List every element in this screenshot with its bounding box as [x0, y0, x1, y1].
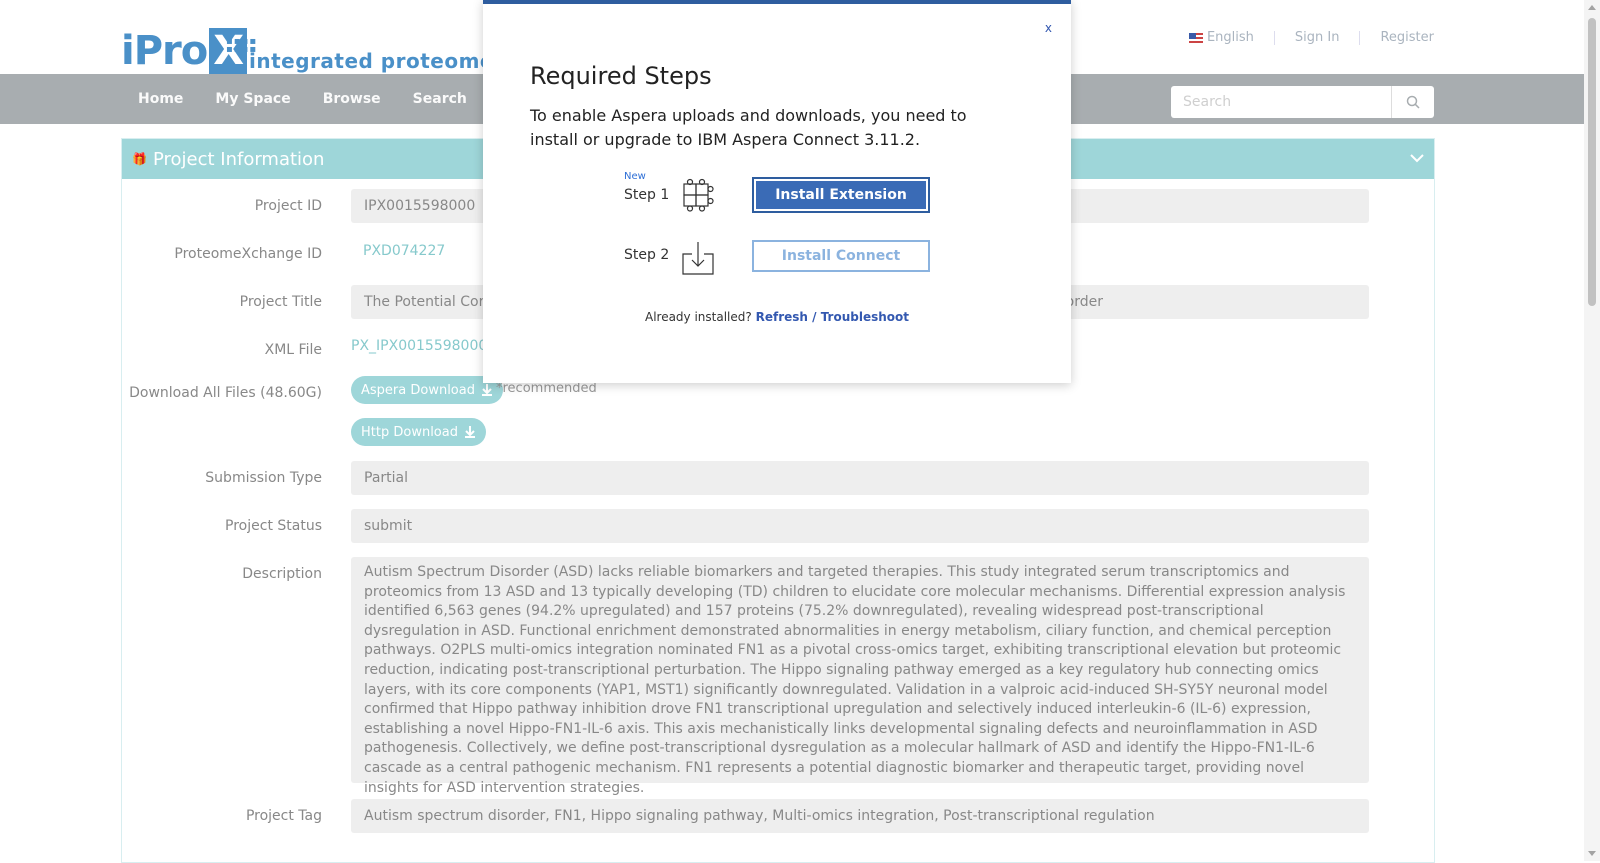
new-badge: New	[624, 171, 646, 182]
submission-type-value: Partial	[351, 461, 1369, 495]
download-label: Download All Files (48.60G)	[129, 385, 322, 401]
panel-title: Project Information	[152, 148, 325, 170]
scroll-thumb[interactable]	[1588, 18, 1596, 306]
divider	[1273, 30, 1275, 45]
row-download: Download All Files (48.60G) Aspera Downl…	[122, 375, 1434, 449]
nav-item-browse[interactable]: Browse	[307, 91, 397, 107]
search-input[interactable]	[1171, 86, 1391, 118]
us-flag-icon	[1188, 32, 1203, 43]
register-link[interactable]: Register	[1380, 30, 1434, 45]
download-icon	[464, 426, 475, 438]
row-project-status: Project Status submit	[122, 509, 1434, 543]
scroll-up-icon[interactable]	[1588, 5, 1596, 10]
nav-item-my-space[interactable]: My Space	[199, 91, 306, 107]
aspera-download-button[interactable]: Aspera Download	[351, 376, 503, 404]
divider	[1359, 30, 1361, 45]
submission-type-label: Submission Type	[205, 470, 322, 486]
project-id-label: Project ID	[254, 198, 322, 214]
install-extension-button[interactable]: Install Extension	[752, 177, 930, 213]
project-status-value: submit	[351, 509, 1369, 543]
row-project-tag: Project Tag Autism spectrum disorder, FN…	[122, 799, 1434, 833]
project-status-label: Project Status	[225, 518, 322, 534]
search-icon	[1406, 95, 1420, 109]
download-arrow-icon	[682, 242, 714, 275]
already-installed-row: Already installed? Refresh / Troubleshoo…	[483, 310, 1071, 324]
project-title-text-end: order	[1065, 294, 1103, 310]
xml-file-link[interactable]: PX_IPX0015598000.x	[351, 338, 500, 354]
px-id-label: ProteomeXchange ID	[174, 246, 322, 262]
step1-label: Step 1	[624, 187, 670, 203]
refresh-link[interactable]: Refresh	[756, 310, 808, 324]
gift-icon: 🎁	[132, 152, 147, 166]
step2-label: Step 2	[624, 247, 670, 263]
px-id-link[interactable]: PXD074227	[363, 243, 445, 259]
scroll-down-icon[interactable]	[1588, 851, 1596, 856]
search-button[interactable]	[1391, 86, 1434, 118]
row-description: Description Autism Spectrum Disorder (AS…	[122, 557, 1434, 796]
xml-file-label: XML File	[264, 342, 322, 358]
recommended-note: *recommended	[496, 381, 597, 396]
modal-title: Required Steps	[530, 62, 712, 90]
install-extension-label: Install Extension	[756, 181, 926, 209]
top-links: English Sign In Register	[1188, 30, 1434, 45]
http-download-label: Http Download	[361, 424, 458, 440]
chevron-down-icon[interactable]	[1410, 151, 1424, 165]
search-box	[1171, 86, 1434, 118]
already-installed-text: Already installed?	[644, 310, 752, 324]
nav-items: Home My Space Browse Search	[122, 74, 483, 124]
description-value: Autism Spectrum Disorder (ASD) lacks rel…	[351, 557, 1369, 796]
aspera-download-label: Aspera Download	[361, 382, 475, 398]
row-submission-type: Submission Type Partial	[122, 461, 1434, 495]
page-scrollbar[interactable]	[1584, 0, 1600, 861]
nav-item-search[interactable]: Search	[397, 91, 483, 107]
download-icon	[481, 384, 492, 396]
language-label: English	[1206, 30, 1254, 45]
close-button[interactable]: x	[1045, 21, 1052, 35]
puzzle-icon	[683, 178, 714, 212]
nav-item-home[interactable]: Home	[122, 91, 199, 107]
required-steps-modal: x Required Steps To enable Aspera upload…	[483, 0, 1071, 383]
project-title-text: The Potential Core	[364, 294, 493, 310]
link-separator: /	[807, 310, 821, 324]
sign-in-link[interactable]: Sign In	[1295, 30, 1340, 45]
project-tag-label: Project Tag	[245, 808, 322, 824]
language-selector[interactable]: English	[1188, 30, 1254, 45]
project-title-label: Project Title	[239, 294, 322, 310]
install-connect-button[interactable]: Install Connect	[752, 240, 930, 272]
description-label: Description	[242, 566, 322, 582]
troubleshoot-link[interactable]: Troubleshoot	[821, 310, 909, 324]
project-tag-value: Autism spectrum disorder, FN1, Hippo sig…	[351, 799, 1369, 833]
http-download-button[interactable]: Http Download	[351, 418, 486, 446]
modal-description: To enable Aspera uploads and downloads, …	[530, 106, 967, 149]
